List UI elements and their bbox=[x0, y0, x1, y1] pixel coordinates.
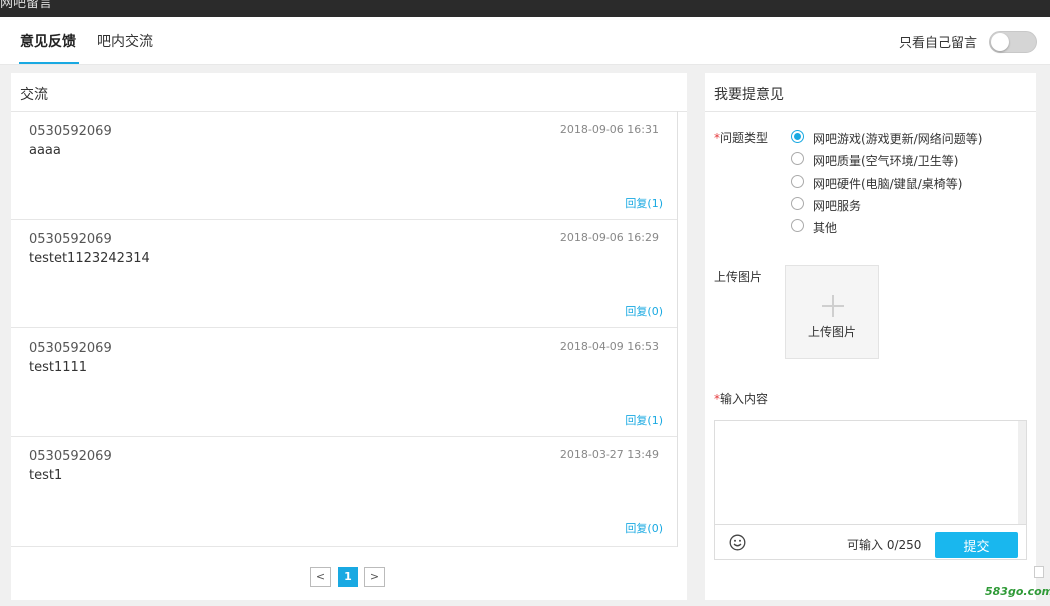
message-time: 2018-09-06 16:29 bbox=[559, 231, 659, 244]
message-content: testet1123242314 bbox=[29, 251, 150, 266]
page-1-button[interactable]: 1 bbox=[338, 567, 358, 587]
message-time: 2018-09-06 16:31 bbox=[559, 123, 659, 136]
message-content: aaaa bbox=[29, 143, 61, 158]
reply-link[interactable]: 回复(1) bbox=[625, 195, 663, 211]
option-label: 网吧硬件(电脑/键鼠/桌椅等) bbox=[813, 177, 963, 191]
message-user: 0530592069 bbox=[29, 449, 112, 464]
feedback-title: 我要提意见 bbox=[714, 87, 784, 103]
divider bbox=[705, 111, 1036, 112]
active-tab-indicator bbox=[19, 62, 79, 64]
message-time: 2018-03-27 13:49 bbox=[559, 448, 659, 461]
radio-button[interactable] bbox=[791, 152, 804, 165]
message-content: test1111 bbox=[29, 360, 88, 375]
message-item: 0530592069 testet1123242314 2018-09-06 1… bbox=[11, 220, 677, 328]
plus-icon bbox=[832, 295, 834, 317]
message-user: 0530592069 bbox=[29, 232, 112, 247]
exchange-panel: 交流 0530592069 aaaa 2018-09-06 16:31 回复(1… bbox=[11, 73, 687, 600]
message-user: 0530592069 bbox=[29, 341, 112, 356]
list-scroll-edge bbox=[677, 111, 678, 547]
message-item: 0530592069 aaaa 2018-09-06 16:31 回复(1) bbox=[11, 112, 677, 220]
option-label: 网吧质量(空气环境/卫生等) bbox=[813, 154, 959, 168]
only-mine-label: 只看自己留言 bbox=[899, 36, 978, 51]
submit-button[interactable]: 提交 bbox=[935, 532, 1018, 558]
toggle-knob bbox=[991, 33, 1009, 51]
content-label-text: 输入内容 bbox=[720, 392, 769, 406]
message-user: 0530592069 bbox=[29, 124, 112, 139]
option-label: 网吧游戏(游戏更新/网络问题等) bbox=[813, 132, 983, 146]
radio-button[interactable] bbox=[791, 197, 804, 210]
type-label: *问题类型 bbox=[714, 129, 768, 146]
content-textarea[interactable] bbox=[714, 420, 1027, 524]
top-bar-title: 网吧留言 bbox=[0, 0, 53, 11]
message-item: 0530592069 test1 2018-03-27 13:49 回复(0) bbox=[11, 437, 677, 547]
reply-link[interactable]: 回复(0) bbox=[625, 303, 663, 319]
editor-toolbar: 可输入 0/250 提交 bbox=[714, 524, 1027, 560]
header: 意见反馈 吧内交流 只看自己留言 bbox=[0, 17, 1050, 65]
message-item: 0530592069 test1111 2018-04-09 16:53 回复(… bbox=[11, 329, 677, 437]
textarea-scrollbar[interactable] bbox=[1018, 421, 1026, 524]
radio-button[interactable] bbox=[791, 219, 804, 232]
char-counter: 可输入 0/250 bbox=[847, 538, 922, 552]
content-label: *输入内容 bbox=[714, 390, 768, 407]
feedback-panel: 我要提意见 *问题类型 网吧游戏(游戏更新/网络问题等) 网吧质量(空气环境/卫… bbox=[705, 73, 1036, 600]
corner-square bbox=[1034, 566, 1044, 578]
tab-feedback[interactable]: 意见反馈 bbox=[20, 31, 76, 51]
message-content: test1 bbox=[29, 468, 63, 483]
message-time: 2018-04-09 16:53 bbox=[559, 340, 659, 353]
type-label-text: 问题类型 bbox=[720, 131, 769, 145]
upload-label: 上传图片 bbox=[714, 270, 763, 284]
reply-link[interactable]: 回复(1) bbox=[625, 412, 663, 428]
exchange-title: 交流 bbox=[20, 87, 48, 103]
prev-page-button[interactable]: < bbox=[310, 567, 331, 587]
tab-community[interactable]: 吧内交流 bbox=[97, 31, 153, 51]
watermark: 583go.com bbox=[985, 585, 1050, 598]
radio-button[interactable] bbox=[791, 175, 804, 188]
option-label: 网吧服务 bbox=[813, 199, 862, 213]
only-mine-toggle[interactable] bbox=[989, 31, 1037, 53]
radio-button[interactable] bbox=[791, 130, 804, 143]
upload-button-label: 上传图片 bbox=[807, 325, 856, 339]
option-label: 其他 bbox=[813, 221, 838, 235]
next-page-button[interactable]: > bbox=[364, 567, 385, 587]
top-bar: 网吧留言 bbox=[0, 0, 1050, 17]
emoji-icon[interactable] bbox=[729, 534, 746, 551]
reply-link[interactable]: 回复(0) bbox=[625, 520, 663, 536]
upload-image-button[interactable]: 上传图片 bbox=[785, 265, 879, 359]
